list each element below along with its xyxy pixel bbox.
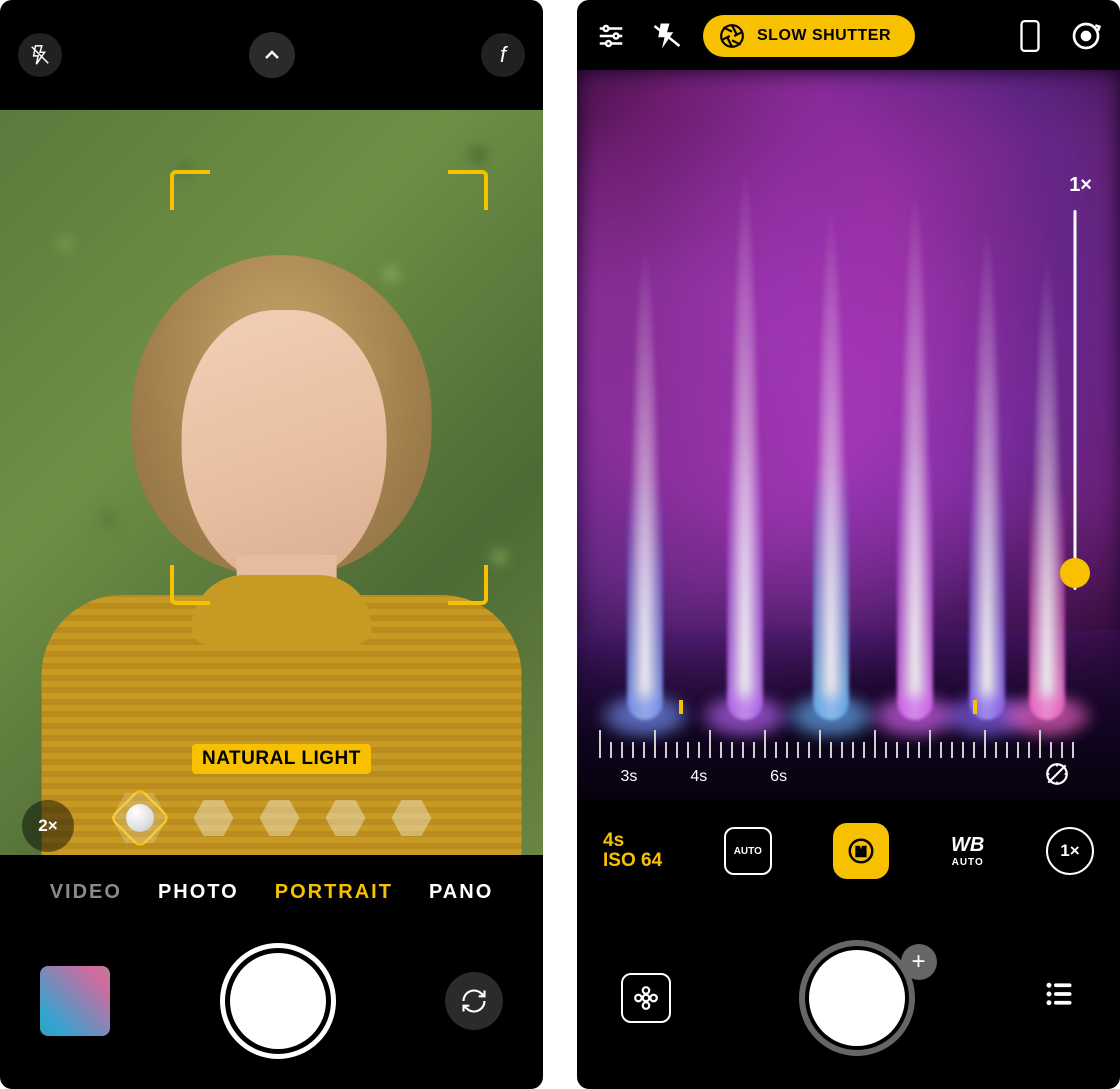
f-stop-icon: f — [500, 42, 506, 68]
manual-mode-button[interactable]: M — [833, 823, 889, 879]
fountain-jet — [969, 220, 1005, 720]
exposure-scale-labels: 3s 4s 6s — [599, 768, 1098, 790]
mode-video[interactable]: VIDEO — [50, 881, 122, 904]
lighting-badge: NATURAL LIGHT — [192, 744, 371, 774]
zoom-slider[interactable]: 1× — [1060, 180, 1090, 600]
zoom-1x-button[interactable]: 1× — [1046, 827, 1094, 875]
selfie-icon — [1070, 20, 1102, 52]
mode-pill[interactable]: SLOW SHUTTER — [703, 15, 915, 57]
flash-toggle[interactable] — [18, 33, 62, 77]
focus-auto-label: AUTO — [734, 846, 762, 857]
lighting-picker[interactable] — [0, 790, 543, 846]
gallery-button[interactable] — [621, 973, 671, 1023]
flash-off-button[interactable] — [647, 16, 687, 56]
fountain-jet — [627, 240, 663, 720]
mode-portrait[interactable]: PORTRAIT — [275, 881, 393, 904]
flip-camera-button[interactable] — [445, 972, 503, 1030]
mode-pano[interactable]: PANO — [429, 881, 493, 904]
tick-3s: 3s — [620, 768, 637, 786]
shutter-button[interactable] — [230, 953, 326, 1049]
pro-top-bar: SLOW SHUTTER — [577, 10, 1120, 62]
flower-icon — [633, 985, 659, 1011]
focus-corner-tl — [170, 170, 210, 210]
pro-shutter-wrap: + — [809, 950, 905, 1046]
focus-corner-br — [448, 565, 488, 605]
lighting-natural[interactable] — [112, 790, 168, 846]
zoom-slider-label: 1× — [1069, 174, 1092, 197]
white-balance-button[interactable]: WB AUTO — [951, 834, 984, 868]
exposure-readout[interactable]: 4s ISO 64 — [603, 831, 662, 871]
focus-corner-tr — [448, 170, 488, 210]
mode-pill-label: SLOW SHUTTER — [757, 27, 891, 45]
flash-off-icon — [29, 44, 51, 66]
flash-off-icon — [652, 21, 682, 51]
sliders-icon — [596, 21, 626, 51]
iso-value: ISO 64 — [603, 851, 662, 871]
pro-shutter-button[interactable] — [809, 950, 905, 1046]
aperture-icon — [719, 23, 745, 49]
fountain-jet — [897, 180, 933, 720]
menu-button[interactable] — [1042, 979, 1076, 1017]
ios-bottom-bar — [0, 941, 543, 1061]
pro-control-row: 4s ISO 64 AUTO M WB AUTO 1× — [577, 815, 1120, 887]
plus-button[interactable]: + — [901, 944, 937, 980]
mode-selector[interactable]: VIDEO PHOTO PORTRAIT PANO — [0, 869, 543, 915]
lighting-studio[interactable] — [194, 798, 234, 838]
selfie-button[interactable] — [1066, 16, 1106, 56]
shutter-value: 4s — [603, 831, 662, 851]
svg-text:M: M — [856, 845, 866, 859]
orientation-button[interactable] — [1010, 16, 1050, 56]
last-photo-thumbnail[interactable] — [40, 966, 110, 1036]
pro-camera-screen: SLOW SHUTTER 1× — [577, 0, 1120, 1089]
zoom-knob[interactable] — [1060, 558, 1090, 588]
expand-controls-button[interactable] — [249, 32, 295, 78]
pro-viewfinder[interactable]: 1× 3s 4s 6s — [577, 70, 1120, 800]
portrait-orientation-icon — [1017, 19, 1043, 53]
lighting-stage-mono[interactable] — [392, 798, 432, 838]
manual-icon: M — [846, 836, 876, 866]
chevron-up-icon — [260, 43, 284, 67]
lighting-stage[interactable] — [326, 798, 366, 838]
focus-auto-button[interactable]: AUTO — [724, 827, 772, 875]
ios-top-bar: f — [0, 0, 543, 110]
exposure-icon[interactable] — [1044, 761, 1070, 792]
pro-bottom-bar: + — [577, 933, 1120, 1063]
wb-sub: AUTO — [951, 857, 984, 868]
tick-6s: 6s — [770, 768, 787, 786]
fountain-jet — [727, 160, 763, 720]
view-finder[interactable]: NATURAL LIGHT 2× — [0, 110, 543, 855]
depth-control-button[interactable]: f — [481, 33, 525, 77]
fountain-jet — [813, 200, 849, 720]
lighting-contour[interactable] — [260, 798, 300, 838]
list-icon — [1042, 979, 1076, 1009]
ios-camera-screen: f NATURAL LIGHT 2× — [0, 0, 543, 1089]
settings-button[interactable] — [591, 16, 631, 56]
tick-4s: 4s — [690, 768, 707, 786]
exposure-scale[interactable] — [599, 712, 1098, 758]
focus-corner-bl — [170, 565, 210, 605]
zoom-track — [1074, 210, 1077, 590]
wb-main: WB — [951, 834, 984, 856]
flip-camera-icon — [460, 987, 488, 1015]
mode-photo[interactable]: PHOTO — [158, 881, 239, 904]
